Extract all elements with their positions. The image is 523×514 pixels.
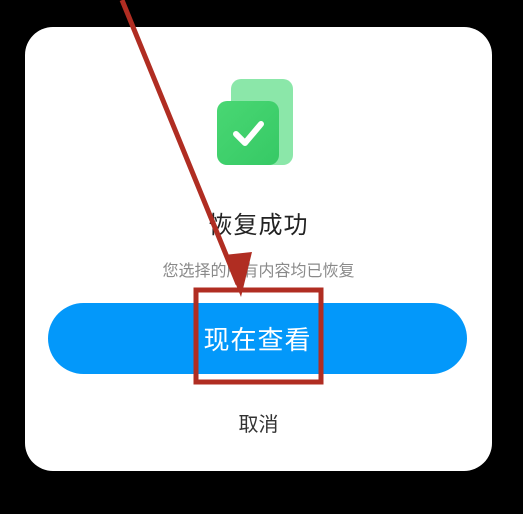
dialog-title: 恢复成功: [208, 211, 309, 239]
dialog-subtitle: 您选择的所有内容均已恢复: [162, 261, 355, 280]
view-now-button[interactable]: 现在查看: [48, 303, 467, 374]
screen: 恢复成功 您选择的所有内容均已恢复 现在查看 取消: [0, 0, 523, 514]
restore-success-dialog: 恢复成功 您选择的所有内容均已恢复 现在查看 取消: [25, 27, 492, 471]
cancel-button[interactable]: 取消: [25, 408, 492, 437]
checkmark-icon: [217, 101, 279, 165]
check-document-icon: [217, 79, 307, 169]
